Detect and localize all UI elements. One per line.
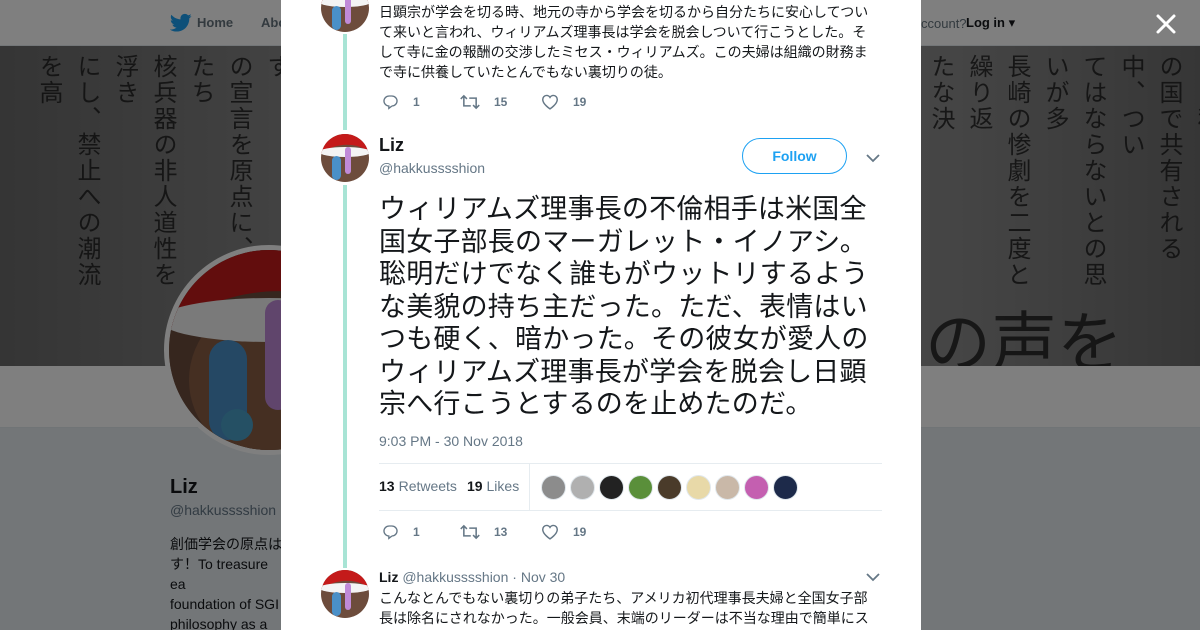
tweet-author-name[interactable]: Liz bbox=[379, 135, 404, 156]
avatar[interactable] bbox=[321, 570, 369, 618]
liker-avatar[interactable] bbox=[599, 475, 624, 500]
thread-connector bbox=[343, 34, 347, 130]
retweet-icon bbox=[460, 94, 480, 110]
reply-button[interactable]: 1 bbox=[382, 94, 420, 110]
tweet-date[interactable]: · Nov 30 bbox=[512, 569, 565, 585]
liker-avatar[interactable] bbox=[773, 475, 798, 500]
retweet-icon bbox=[460, 524, 480, 540]
tweet-author-handle[interactable]: @hakkusssshion bbox=[379, 160, 485, 176]
chevron-down-icon[interactable] bbox=[866, 153, 880, 163]
tweet-author-name[interactable]: Liz bbox=[379, 569, 398, 585]
avatar[interactable] bbox=[321, 0, 369, 32]
reply-button[interactable]: 1 bbox=[382, 524, 420, 540]
avatar[interactable] bbox=[321, 134, 369, 182]
next-tweet-header: Liz @hakkusssshion · Nov 30 bbox=[379, 569, 565, 585]
heart-icon bbox=[541, 94, 559, 110]
tweet-stats: 13 Retweets 19 Likes bbox=[379, 478, 519, 494]
next-tweet-text: こんなとんでもない裏切りの弟子たち、アメリカ初代理事長夫婦と全国女子部長は除名に… bbox=[379, 590, 869, 626]
retweets-stat[interactable]: 13 Retweets bbox=[379, 478, 457, 494]
thread-connector bbox=[343, 185, 347, 568]
retweet-button[interactable]: 15 bbox=[460, 94, 507, 110]
liker-avatar[interactable] bbox=[541, 475, 566, 500]
retweet-count: 13 bbox=[494, 525, 508, 539]
follow-button[interactable]: Follow bbox=[742, 138, 847, 174]
tweet-author-handle[interactable]: @hakkusssshion bbox=[402, 569, 508, 585]
like-button[interactable]: 19 bbox=[541, 524, 586, 540]
chevron-down-icon[interactable] bbox=[866, 572, 880, 582]
retweet-button[interactable]: 13 bbox=[460, 524, 507, 540]
reply-icon bbox=[383, 95, 398, 110]
liker-avatar[interactable] bbox=[628, 475, 653, 500]
liker-avatar[interactable] bbox=[686, 475, 711, 500]
reply-icon bbox=[383, 525, 398, 540]
prev-tweet-text: 日顕宗が学会を切る時、地元の寺から学会を切るから自分たちに安心してついて来いと言… bbox=[379, 4, 869, 80]
liker-avatars bbox=[541, 475, 802, 500]
tweet-permalink-modal: 日顕宗が学会を切る時、地元の寺から学会を切るから自分たちに安心してついて来いと言… bbox=[281, 0, 921, 630]
reply-count: 1 bbox=[413, 95, 420, 109]
retweet-count: 15 bbox=[494, 95, 508, 109]
divider bbox=[529, 464, 530, 510]
close-icon[interactable] bbox=[1152, 10, 1180, 38]
tweet-timestamp[interactable]: 9:03 PM - 30 Nov 2018 bbox=[379, 433, 523, 449]
liker-avatar[interactable] bbox=[715, 475, 740, 500]
likes-stat[interactable]: 19 Likes bbox=[467, 478, 519, 494]
liker-avatar[interactable] bbox=[657, 475, 682, 500]
liker-avatar[interactable] bbox=[744, 475, 769, 500]
tweet-text: ウィリアムズ理事長の不倫相手は米国全国女子部長のマーガレット・イノアシ。聡明だけ… bbox=[379, 194, 869, 419]
heart-icon bbox=[541, 524, 559, 540]
like-count: 19 bbox=[573, 95, 587, 109]
like-count: 19 bbox=[573, 525, 587, 539]
divider bbox=[379, 510, 882, 511]
liker-avatar[interactable] bbox=[570, 475, 595, 500]
reply-count: 1 bbox=[413, 525, 420, 539]
like-button[interactable]: 19 bbox=[541, 94, 586, 110]
divider bbox=[379, 463, 882, 464]
